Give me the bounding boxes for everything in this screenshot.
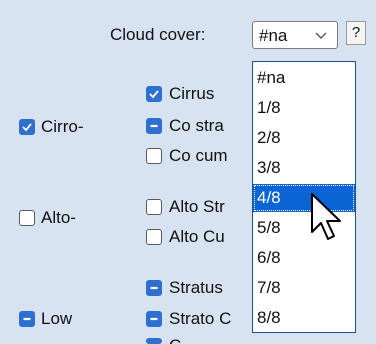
- altostratus-label: Alto Str: [169, 197, 225, 216]
- partial-label: C: [169, 336, 181, 344]
- cirrostratus-label: Co stra: [169, 116, 224, 135]
- altostratus-checkbox[interactable]: [146, 199, 162, 215]
- cirrus-checkbox[interactable]: [146, 86, 162, 102]
- low-checkbox[interactable]: [19, 311, 35, 327]
- option-na[interactable]: #na: [253, 64, 355, 92]
- option-8-8[interactable]: 8/8: [253, 304, 355, 332]
- mixed-icon: [150, 286, 158, 290]
- stratus-checkbox[interactable]: [146, 280, 162, 296]
- mixed-icon: [23, 317, 31, 321]
- cloud-cover-select[interactable]: #na: [252, 21, 338, 49]
- partial-checkbox[interactable]: [146, 338, 162, 344]
- stratocumulus-label: Strato C: [169, 309, 232, 328]
- cirrostratus-checkbox[interactable]: [146, 118, 162, 134]
- cirrocumulus-label: Co cum: [169, 146, 228, 165]
- cloud-cover-panel: { "cloud_cover": { "label": "Cloud cover…: [0, 0, 376, 344]
- mixed-icon: [150, 124, 158, 128]
- altocumulus-checkbox[interactable]: [146, 229, 162, 245]
- stratocumulus-checkbox[interactable]: [146, 311, 162, 327]
- altocumulus-label: Alto Cu: [169, 227, 225, 246]
- cloud-cover-label: Cloud cover:: [110, 25, 206, 44]
- cirrocumulus-checkbox[interactable]: [146, 148, 162, 164]
- stratus-label: Stratus: [169, 278, 223, 297]
- check-icon: [22, 123, 32, 132]
- mixed-icon: [150, 317, 158, 321]
- cirro-checkbox[interactable]: [19, 119, 35, 135]
- mouse-cursor-icon: [311, 193, 341, 240]
- cloud-cover-value: #na: [259, 26, 288, 45]
- option-1-8[interactable]: 1/8: [253, 94, 355, 122]
- chevron-down-icon: [315, 32, 327, 39]
- low-label: Low: [41, 309, 73, 328]
- option-3-8[interactable]: 3/8: [253, 154, 355, 182]
- cirrus-label: Cirrus: [169, 84, 215, 103]
- alto-label: Alto-: [41, 208, 76, 227]
- cirro-label: Cirro-: [41, 117, 84, 136]
- alto-checkbox[interactable]: [19, 210, 35, 226]
- option-7-8[interactable]: 7/8: [253, 274, 355, 302]
- option-2-8[interactable]: 2/8: [253, 124, 355, 152]
- check-icon: [149, 90, 159, 99]
- help-button[interactable]: ?: [346, 21, 366, 45]
